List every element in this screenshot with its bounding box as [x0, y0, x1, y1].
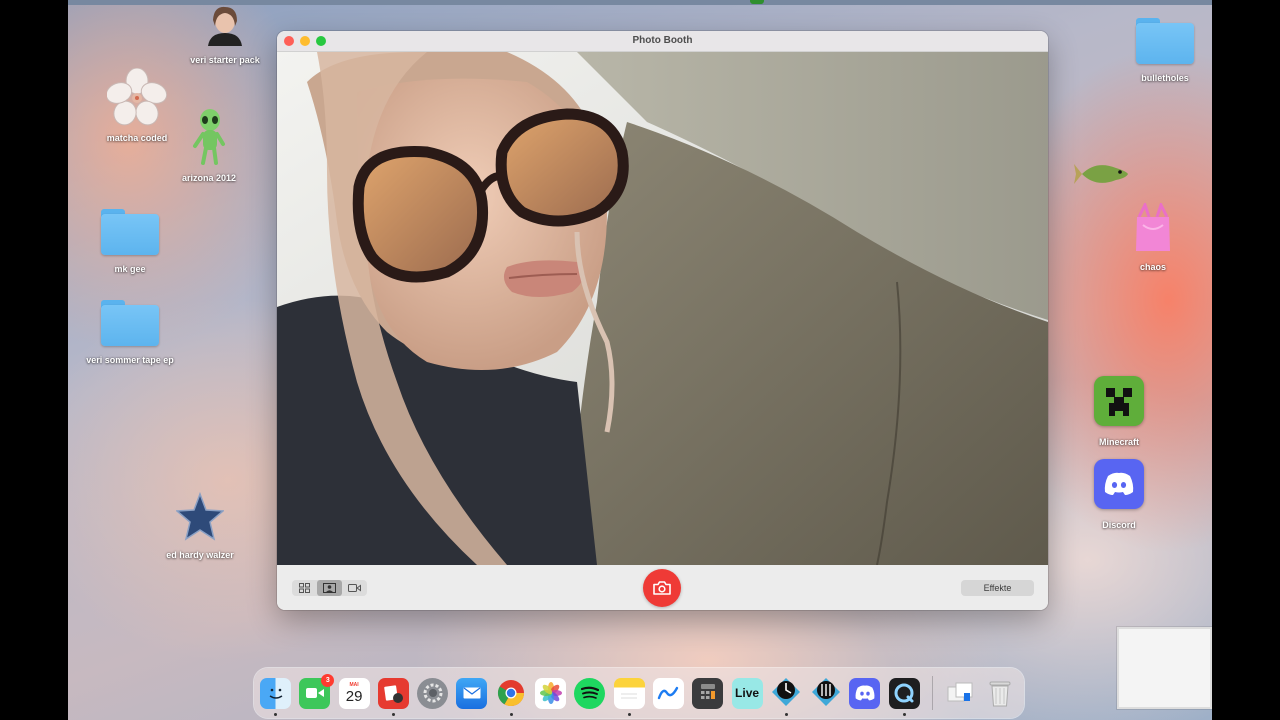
camera-preview	[277, 52, 1048, 565]
screenshot-thumbnail[interactable]	[1117, 627, 1212, 709]
dock-separator	[932, 676, 934, 710]
audio-mixer-icon	[811, 678, 840, 706]
running-indicator	[509, 712, 513, 716]
audio-plugin-icon	[772, 678, 801, 706]
effects-button[interactable]: Effekte	[961, 580, 1034, 596]
dock-notes[interactable]	[613, 677, 645, 716]
dock-ableton-live[interactable]: Live	[731, 677, 763, 709]
photos-flower-icon	[539, 682, 562, 704]
desktop-icon-label: chaos	[1139, 262, 1166, 272]
video-mode-button[interactable]	[342, 580, 367, 596]
dock-audio-app-2[interactable]	[810, 678, 841, 709]
notification-badge: 3	[321, 673, 335, 687]
desktop-icon-arizona-2012[interactable]: arizona 2012	[154, 108, 264, 184]
running-indicator	[391, 712, 395, 716]
desktop-icon-ed-hardy-walzer[interactable]: ed hardy walzer	[145, 491, 255, 561]
dock-quicktime[interactable]	[888, 677, 920, 716]
take-photo-button[interactable]	[643, 569, 681, 607]
running-indicator	[274, 712, 277, 716]
dock-calculator[interactable]	[692, 677, 724, 709]
live-app-label: Live	[735, 686, 760, 700]
photo-booth-window[interactable]: Photo Booth Effekte	[277, 31, 1048, 610]
desktop-app-minecraft[interactable]: Minecraft	[1064, 376, 1174, 448]
finder-icon	[269, 688, 282, 699]
discord-icon	[1094, 459, 1144, 509]
capture-mode-selector	[292, 580, 367, 596]
dock-mail[interactable]	[456, 677, 488, 709]
window-titlebar[interactable]: Photo Booth	[277, 31, 1048, 52]
desktop-folder-mk-gee[interactable]: mk gee	[75, 209, 185, 275]
photo-booth-toolbar: Effekte	[277, 565, 1048, 610]
dock-calendar[interactable]: MAI 29	[338, 677, 370, 709]
chrome-icon	[498, 680, 525, 707]
freeform-icon	[658, 686, 679, 700]
pink-bag-icon	[1133, 201, 1173, 253]
dock-system-settings[interactable]	[417, 677, 449, 709]
camera-icon	[653, 581, 671, 595]
notes-icon	[621, 693, 638, 699]
video-camera-icon	[348, 584, 361, 592]
quicktime-icon	[894, 683, 914, 703]
dock-finder[interactable]	[260, 677, 291, 716]
calendar-day: 29	[345, 687, 363, 705]
desktop-icon-label: Minecraft	[1098, 437, 1139, 447]
facetime-icon	[305, 688, 324, 698]
folder-icon	[101, 300, 159, 346]
dock-chrome[interactable]	[496, 678, 527, 716]
desktop: veri starter pack matcha coded arizona 2…	[68, 0, 1212, 720]
desktop-icon-chaos[interactable]: chaos	[1098, 201, 1208, 273]
portrait-thumbnail-icon	[204, 4, 246, 46]
desktop-icon-label: ed hardy walzer	[166, 550, 234, 560]
calculator-icon	[700, 684, 715, 699]
desktop-folder-bulletholes[interactable]: bulletholes	[1110, 18, 1212, 84]
spotify-icon	[580, 686, 599, 699]
desktop-folder-veri-sommer-tape-ep[interactable]: veri sommer tape ep	[75, 300, 185, 366]
folder-icon	[1136, 18, 1194, 64]
grid-icon	[299, 583, 310, 593]
four-photos-mode-button[interactable]	[292, 580, 317, 596]
window-title: Photo Booth	[632, 35, 693, 46]
desktop-icon-veri-starter-pack[interactable]: veri starter pack	[170, 4, 280, 66]
desktop-icon-label: veri starter pack	[190, 55, 260, 65]
dock-photo-booth[interactable]	[377, 677, 409, 716]
dock-trash[interactable]	[984, 678, 1015, 709]
dock-freeform[interactable]	[652, 677, 684, 709]
dock-spotify[interactable]	[574, 677, 606, 709]
dock-downloads-stack[interactable]	[945, 678, 976, 709]
photo-icon	[323, 583, 336, 593]
fish-sticker-icon[interactable]	[1074, 156, 1132, 192]
folder-icon	[101, 209, 159, 255]
desktop-icon-label: bulletholes	[1141, 73, 1189, 83]
desktop-icon-label: veri sommer tape ep	[86, 355, 174, 365]
dock: 3 MAI 29 Live	[254, 668, 1024, 718]
desktop-app-discord[interactable]: Discord	[1064, 459, 1174, 531]
desktop-icon-label: Discord	[1102, 520, 1136, 530]
discord-icon	[855, 685, 875, 701]
trash-icon	[989, 681, 1011, 707]
dock-discord[interactable]	[849, 677, 881, 709]
star-icon	[175, 491, 225, 543]
envelope-icon	[463, 687, 481, 699]
menu-bar-indicator	[750, 0, 764, 4]
downloads-stack-icon	[947, 682, 973, 702]
running-indicator	[784, 712, 788, 716]
dock-audio-app-1[interactable]	[771, 678, 802, 716]
minecraft-creeper-icon	[1094, 376, 1144, 426]
dock-facetime[interactable]: 3	[299, 673, 335, 709]
desktop-icon-label: mk gee	[114, 264, 146, 274]
dock-photos[interactable]	[535, 677, 567, 709]
alien-figure-icon	[189, 108, 229, 166]
camera-feed-image	[277, 52, 1048, 565]
running-indicator	[902, 712, 906, 716]
desktop-icon-label: arizona 2012	[181, 173, 237, 183]
photo-booth-icon	[384, 685, 404, 703]
gear-icon	[423, 683, 443, 703]
single-photo-mode-button[interactable]	[317, 580, 342, 596]
running-indicator	[627, 712, 631, 716]
